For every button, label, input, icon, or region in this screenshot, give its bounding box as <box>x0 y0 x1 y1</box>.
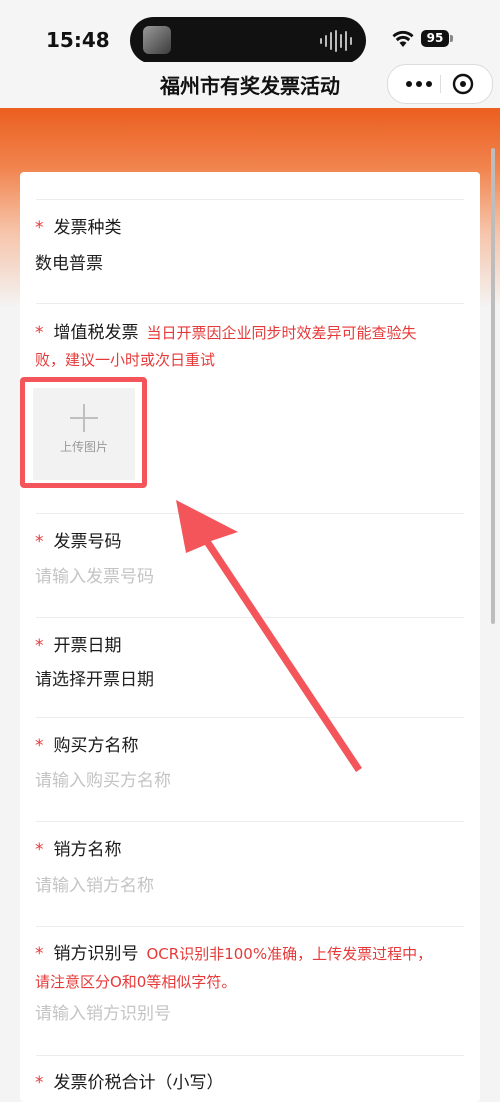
divider <box>36 1055 464 1056</box>
status-time: 15:48 <box>46 28 110 52</box>
required-mark: * <box>35 218 44 238</box>
buyer-name-input[interactable]: 请输入购买方名称 <box>35 768 171 794</box>
required-mark: * <box>35 636 44 656</box>
total-amount-label: * 发票价税合计（小写） <box>35 1073 224 1093</box>
audio-waveform-icon <box>320 30 352 52</box>
seller-name-label: * 销方名称 <box>35 840 122 860</box>
invoice-date-label: * 开票日期 <box>35 636 122 656</box>
divider <box>36 717 464 718</box>
mini-program-capsule <box>387 64 493 104</box>
seller-name-input[interactable]: 请输入销方名称 <box>35 873 154 899</box>
invoice-number-label: * 发票号码 <box>35 532 122 552</box>
invoice-type-value[interactable]: 数电普票 <box>35 251 103 277</box>
invoice-number-input[interactable]: 请输入发票号码 <box>35 564 154 590</box>
vat-invoice-hint: 当日开票因企业同步时效差异可能查验失 <box>146 324 417 342</box>
seller-tax-id-input[interactable]: 请输入销方识别号 <box>35 1001 171 1027</box>
scrollbar[interactable] <box>491 148 495 624</box>
battery-icon: 95 <box>421 30 449 47</box>
now-playing-artwork <box>143 26 171 54</box>
invoice-form-card: * 发票种类 数电普票 * 增值税发票 当日开票因企业同步时效差异可能查验失 败，建议… <box>20 172 480 1102</box>
required-mark: * <box>35 1073 44 1093</box>
capsule-divider <box>440 75 441 93</box>
required-mark: * <box>35 736 44 756</box>
nav-bar: 福州市有奖发票活动 <box>0 62 500 108</box>
divider <box>36 513 464 514</box>
buyer-name-label: * 购买方名称 <box>35 736 139 756</box>
status-bar: 15:48 95 <box>0 0 500 70</box>
seller-tax-id-hint: OCR识别非100%准确，上传发票过程中， <box>146 945 433 963</box>
divider <box>36 821 464 822</box>
seller-tax-id-hint-line2: 请注意区分O和0等相似字符。 <box>35 973 237 991</box>
divider <box>36 303 464 304</box>
vat-invoice-hint-line2: 败，建议一小时或次日重试 <box>35 351 216 369</box>
required-mark: * <box>35 840 44 860</box>
invoice-date-picker[interactable]: 请选择开票日期 <box>35 667 154 693</box>
invoice-type-label: * 发票种类 <box>35 218 122 238</box>
more-icon[interactable] <box>398 65 440 103</box>
divider <box>36 199 464 200</box>
battery-tip <box>450 35 453 42</box>
divider <box>36 617 464 618</box>
vat-invoice-label: * 增值税发票 当日开票因企业同步时效差异可能查验失 <box>35 323 417 343</box>
annotation-highlight-box <box>20 377 147 488</box>
close-circle-icon[interactable] <box>452 73 474 95</box>
wifi-icon <box>392 30 414 47</box>
required-mark: * <box>35 944 44 964</box>
required-mark: * <box>35 532 44 552</box>
seller-tax-id-label: * 销方识别号 OCR识别非100%准确，上传发票过程中， <box>35 944 433 964</box>
dynamic-island[interactable] <box>130 17 366 64</box>
required-mark: * <box>35 323 44 343</box>
divider <box>36 926 464 927</box>
